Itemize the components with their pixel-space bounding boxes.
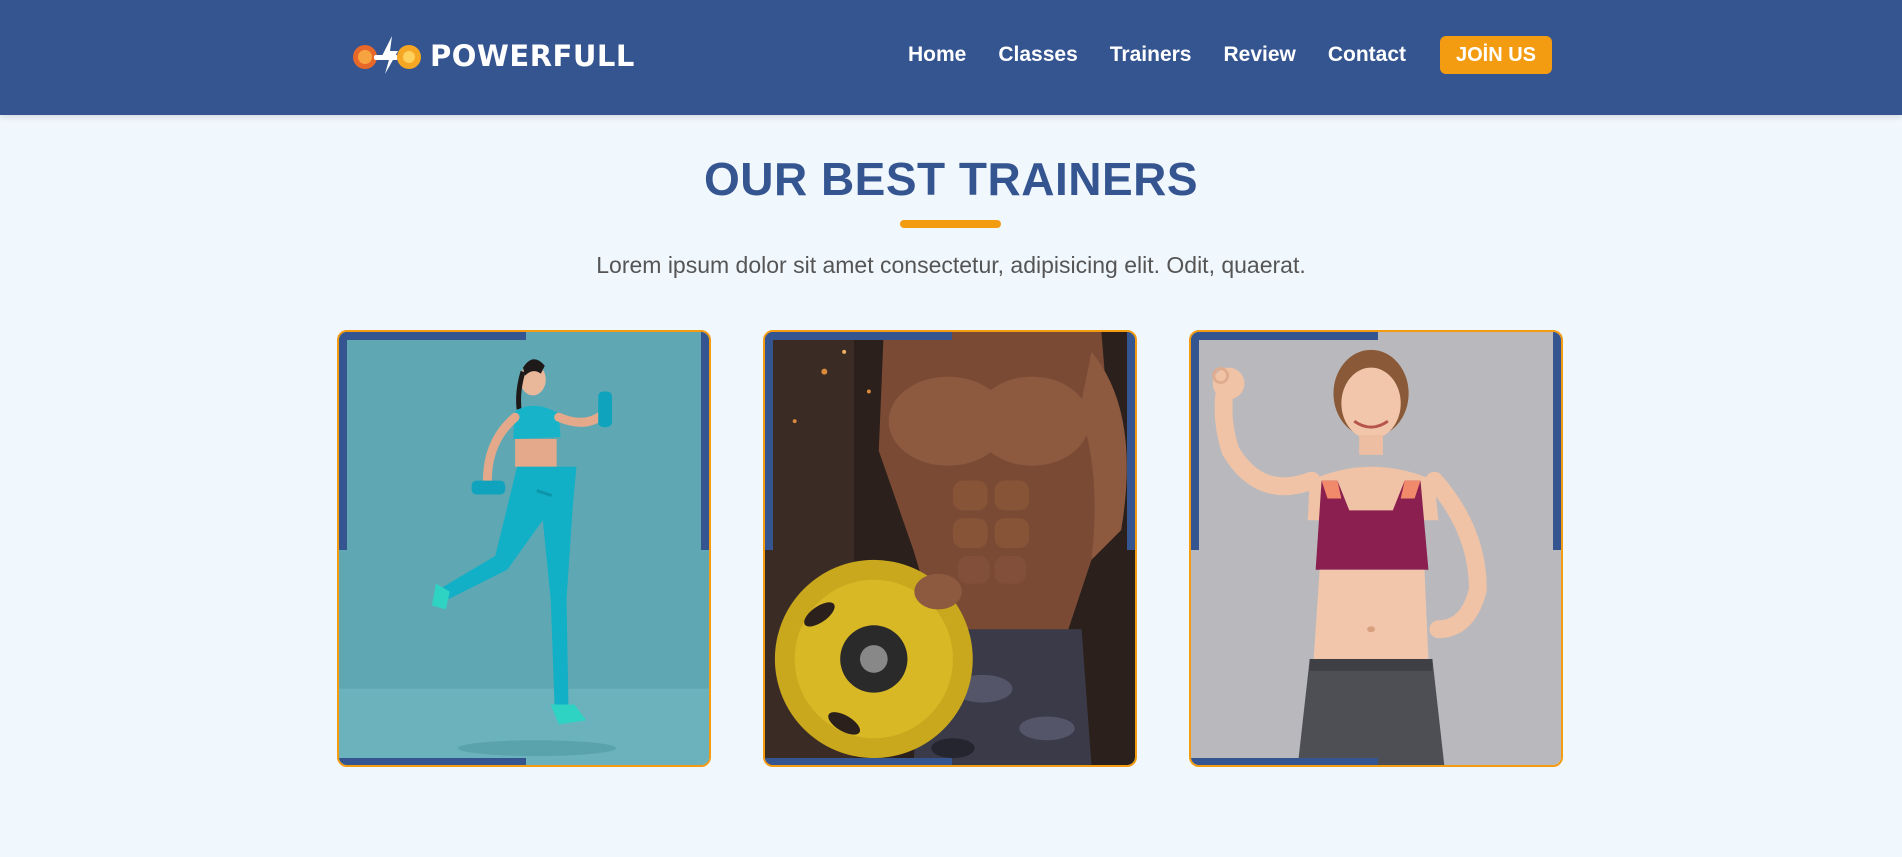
nav-home[interactable]: Home [908, 38, 966, 72]
trainer-photo-2 [765, 332, 1135, 765]
trainer-card-2[interactable] [763, 330, 1137, 767]
card-accent-right [1553, 332, 1561, 550]
nav-trainers[interactable]: Trainers [1110, 38, 1192, 72]
trainer-photo-3 [1191, 332, 1561, 765]
card-accent-left [1191, 332, 1199, 550]
nav-contact[interactable]: Contact [1328, 38, 1406, 72]
card-accent-bottom [1191, 758, 1378, 765]
card-accent-bottom [765, 758, 952, 765]
dumbbell-logo-icon [353, 36, 421, 74]
trainer-photo-1 [339, 332, 709, 765]
card-accent-top [1191, 332, 1378, 340]
nav-review[interactable]: Review [1223, 38, 1295, 72]
join-us-button[interactable]: JOİN US [1440, 36, 1552, 74]
section-title: OUR BEST TRAINERS [703, 153, 1199, 205]
trainer-card-3[interactable] [1189, 330, 1563, 767]
brand-name: POWERFULL [430, 39, 635, 73]
card-accent-left [765, 332, 773, 550]
card-accent-right [701, 332, 709, 550]
card-accent-top [765, 332, 952, 340]
card-accent-left [339, 332, 347, 550]
brand-logo[interactable]: POWERFULL [352, 34, 635, 78]
card-accent-right [1127, 332, 1135, 550]
title-underline [900, 220, 1001, 228]
nav-classes[interactable]: Classes [998, 38, 1077, 72]
site-header: POWERFULL Home Classes Trainers Review C… [0, 0, 1902, 115]
card-accent-top [339, 332, 526, 340]
section-subtitle: Lorem ipsum dolor sit amet consectetur, … [596, 252, 1306, 278]
trainer-card-1[interactable] [337, 330, 711, 767]
main-nav: Home Classes Trainers Review Contact [908, 38, 1438, 72]
card-accent-bottom [339, 758, 526, 765]
